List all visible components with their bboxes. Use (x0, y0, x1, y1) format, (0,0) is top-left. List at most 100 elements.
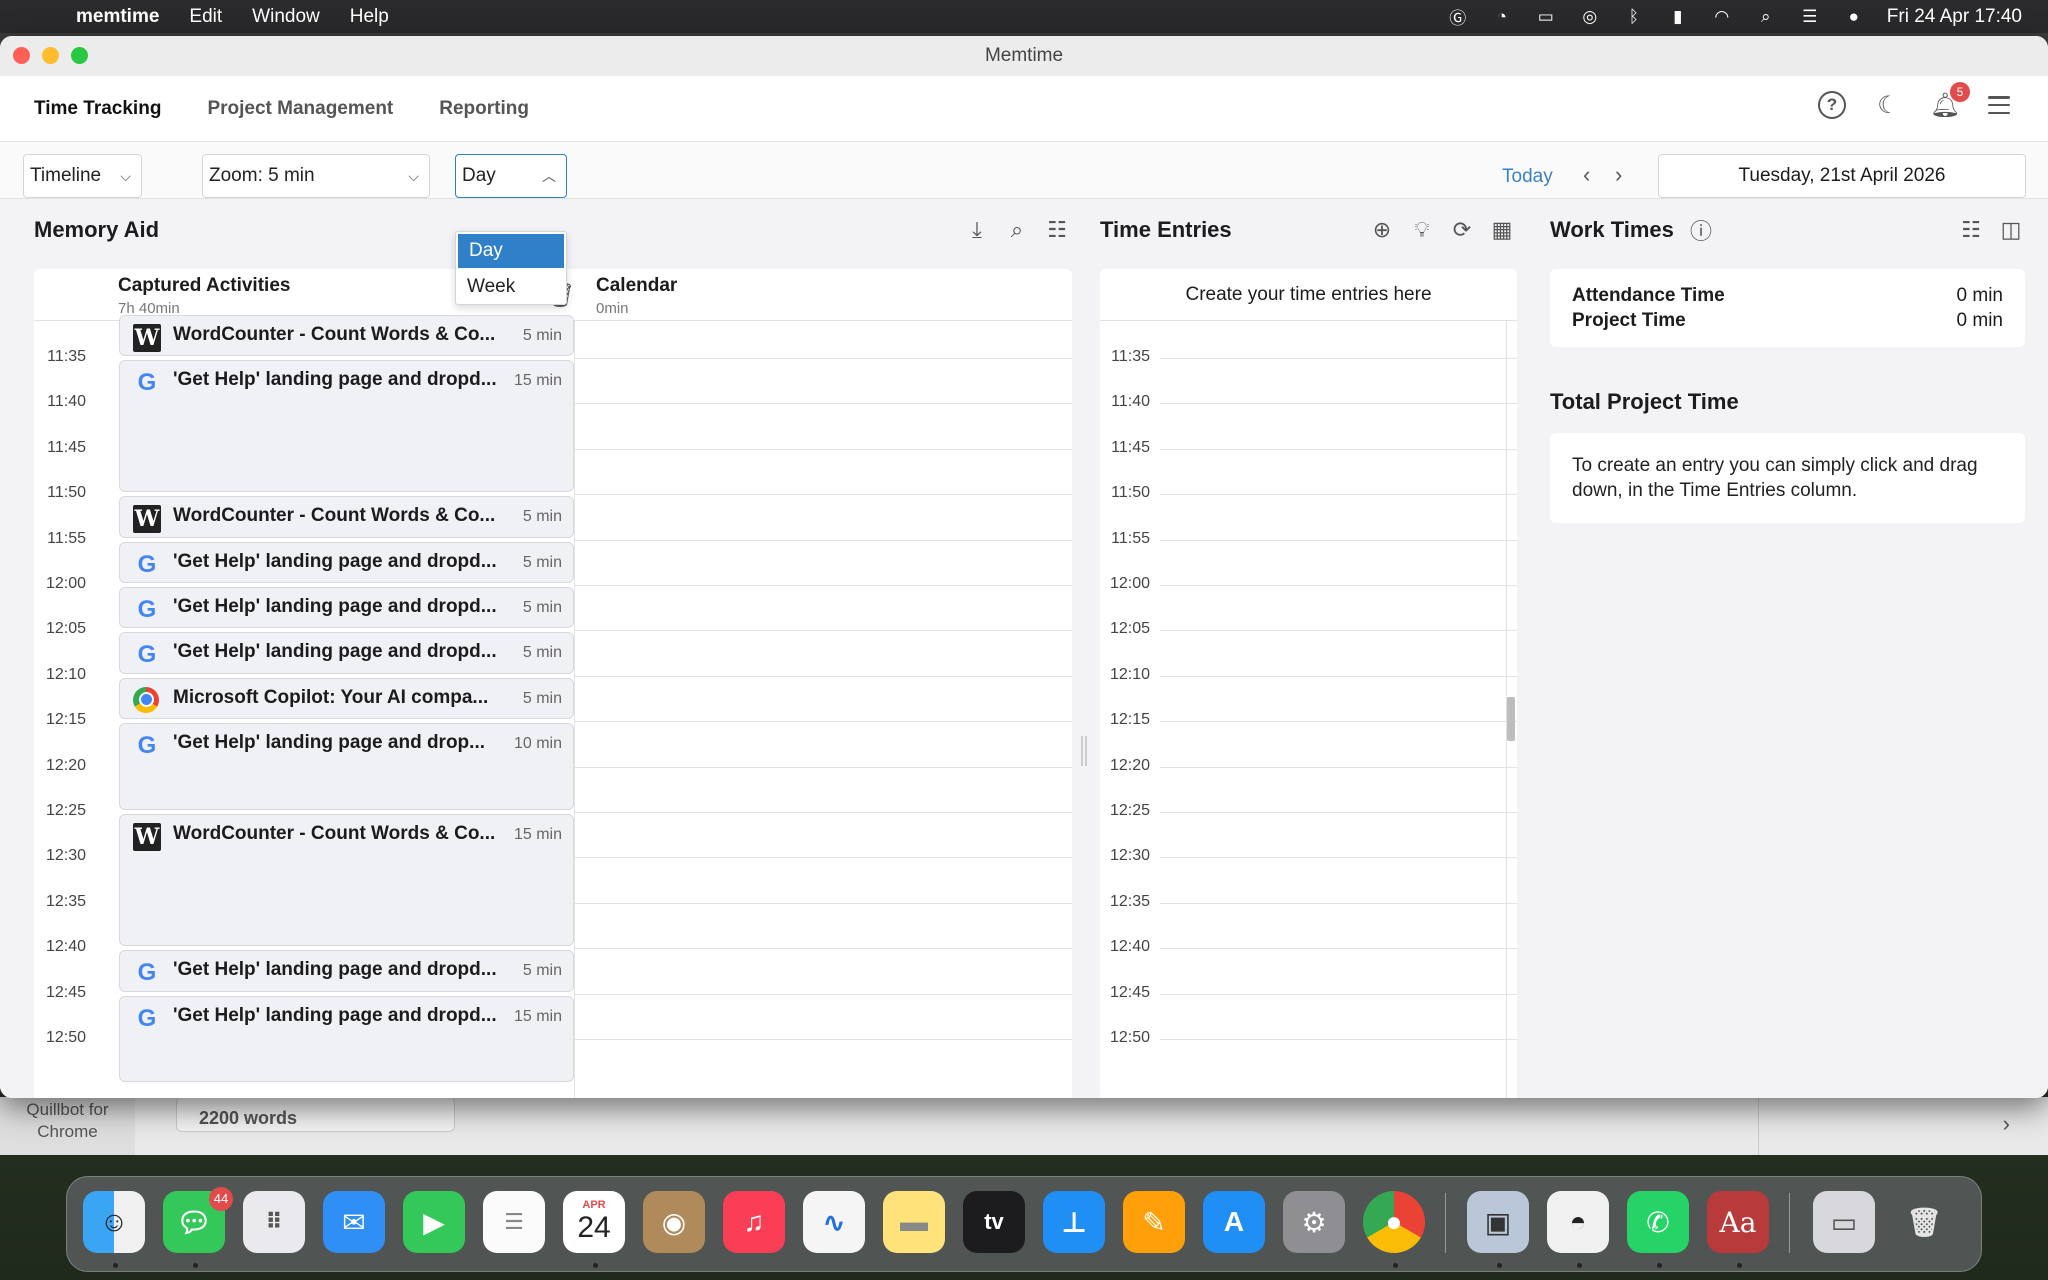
activity-block[interactable]: G 'Get Help' landing page and dropd... 5 m… (119, 632, 574, 674)
calendar-column-total: 0min (596, 300, 629, 317)
downloads-stack-icon[interactable]: ▭ (1813, 1191, 1875, 1253)
bluetooth-icon[interactable]: ᛒ (1623, 7, 1645, 26)
chrome-icon[interactable]: ● (1363, 1191, 1425, 1253)
keynote-icon[interactable]: ⊥ (1043, 1191, 1105, 1253)
menu-app-name[interactable]: memtime (76, 6, 159, 28)
finder-icon[interactable]: ☺ (83, 1191, 145, 1253)
toolbar: Timeline ⌵ Zoom: 5 min ⌵ Day ︿ Today ‹ ›… (0, 142, 2048, 199)
grid-line (574, 630, 1072, 632)
search-icon[interactable]: ⌕ (1003, 216, 1031, 244)
range-select[interactable]: Day ︿ (455, 154, 567, 198)
time-tick-label: 12:05 (1109, 620, 1150, 638)
activity-block[interactable]: G 'Get Help' landing page and drop... 10 m… (119, 723, 574, 810)
zoom-window-button[interactable] (71, 47, 88, 64)
next-day-chevron-icon[interactable]: › (1615, 162, 1622, 188)
app-store-icon[interactable]: A (1203, 1191, 1265, 1253)
dark-mode-moon-icon[interactable]: ☾ (1874, 91, 1902, 119)
time-tick-label: 12:30 (45, 847, 86, 865)
range-option-day[interactable]: Day (458, 234, 564, 268)
activity-block[interactable]: G 'Get Help' landing page and dropd... 5 m… (119, 950, 574, 992)
date-picker[interactable]: Tuesday, 21st April 2026 (1658, 154, 2026, 198)
download-icon[interactable]: ⤓ (963, 216, 991, 244)
memtime-status-icon[interactable]: ◔ (1491, 7, 1513, 26)
menu-clock[interactable]: Fri 24 Apr 17:40 (1887, 6, 2022, 28)
activity-block[interactable]: G 'Get Help' landing page and dropd... 5 m… (119, 541, 574, 583)
activity-block[interactable]: W WordCounter - Count Words & Co... 5 min (119, 314, 574, 356)
view-select[interactable]: Timeline ⌵ (23, 154, 142, 198)
grid-line (1160, 585, 1517, 586)
whatsapp-icon[interactable]: ✆ (1627, 1191, 1689, 1253)
time-tick-label: 12:00 (1109, 575, 1150, 592)
today-button[interactable]: Today (1502, 166, 1553, 188)
zoom-select[interactable]: Zoom: 5 min ⌵ (202, 154, 430, 198)
sync-icon[interactable]: ⟳ (1448, 216, 1476, 244)
minimize-window-button[interactable] (42, 47, 59, 64)
contacts-icon[interactable]: ◉ (643, 1191, 705, 1253)
notes-icon[interactable]: ▬ (883, 1191, 945, 1253)
menu-window[interactable]: Window (252, 6, 320, 28)
activity-block[interactable]: W WordCounter - Count Words & Co... 5 min (119, 496, 574, 538)
music-icon[interactable]: ♫ (723, 1191, 785, 1253)
help-icon[interactable]: ? (1818, 91, 1846, 119)
calendar-icon[interactable]: ▦ (1488, 216, 1516, 244)
memory-aid-timeline[interactable]: 11:35 11:40 11:45 11:50 11:55 12:00 12:05 12:10… (34, 314, 1072, 1098)
background-sidebar-item[interactable]: Quillbot for Chrome (0, 1097, 135, 1155)
control-center-icon[interactable]: ☰ (1799, 7, 1821, 26)
system-settings-icon[interactable]: ⚙ (1283, 1191, 1345, 1253)
menu-edit[interactable]: Edit (189, 6, 222, 28)
activity-block[interactable]: G 'Get Help' landing page and dropd... 5 m… (119, 587, 574, 629)
tab-time-tracking[interactable]: Time Tracking (34, 98, 161, 120)
filter-sliders-icon[interactable]: ☷ (1043, 216, 1071, 244)
menu-help[interactable]: Help (350, 6, 389, 28)
grammarly-icon[interactable]: Ⓖ (1447, 8, 1469, 28)
memtime-dock-icon[interactable]: ◓ (1547, 1191, 1609, 1253)
freeform-icon[interactable]: ∿ (803, 1191, 865, 1253)
tab-project-management[interactable]: Project Management (207, 98, 393, 120)
wordcounter-icon: W (133, 823, 161, 851)
spotlight-search-icon[interactable]: ⌕ (1755, 7, 1777, 26)
preview-icon[interactable]: ▣ (1467, 1191, 1529, 1253)
previous-day-chevron-icon[interactable]: ‹ (1583, 162, 1590, 188)
activity-block[interactable]: W WordCounter - Count Words & Co... 15 min (119, 814, 574, 947)
background-divider (1758, 1097, 1759, 1155)
grid-line (1160, 902, 1517, 904)
notifications-bell-icon[interactable]: 🔔︎ 5 (1930, 82, 1970, 120)
add-entry-plus-icon[interactable]: ⊕ (1368, 216, 1396, 244)
activity-block[interactable]: G 'Get Help' landing page and dropd... 15 … (119, 995, 574, 1083)
activity-block[interactable]: Microsoft Copilot: Your AI compa... 5 min (119, 677, 574, 720)
airdrop-icon[interactable]: ◎ (1579, 7, 1601, 26)
time-entries-scrollbar[interactable] (1506, 321, 1515, 1098)
time-tick-label: 11:35 (1111, 348, 1150, 365)
time-tick-label: 12:45 (1109, 983, 1150, 1001)
hamburger-menu-icon[interactable] (1988, 96, 2010, 114)
info-icon[interactable]: ⓘ (1687, 216, 1715, 244)
dictionary-icon[interactable]: Aa (1707, 1191, 1769, 1253)
chevron-up-icon: ︿ (542, 168, 556, 184)
settings-sliders-icon[interactable]: ☷ (1957, 216, 1985, 244)
facetime-icon[interactable]: ▶ (403, 1191, 465, 1253)
suggestions-lightbulb-icon[interactable]: 💡︎ (1408, 216, 1436, 244)
tab-reporting[interactable]: Reporting (439, 98, 529, 120)
pages-icon[interactable]: ✎ (1123, 1191, 1185, 1253)
siri-icon[interactable]: ● (1843, 7, 1865, 26)
close-window-button[interactable] (13, 47, 30, 64)
panel-resize-handle[interactable] (1081, 736, 1087, 766)
grid-line (574, 993, 1072, 995)
calendar-app-icon[interactable]: APR 24 (563, 1191, 625, 1253)
time-entries-timeline[interactable]: 11:35 11:40 11:45 11:50 11:55 12:00 12:05 12:10… (1100, 321, 1517, 1098)
mail-icon[interactable]: ✉ (323, 1191, 385, 1253)
range-option-week[interactable]: Week (456, 270, 566, 304)
wifi-icon[interactable]: ◠ (1711, 7, 1733, 26)
apple-tv-icon[interactable]: tv (963, 1191, 1025, 1253)
chevron-right-icon[interactable]: › (2003, 1111, 2010, 1137)
activity-block[interactable]: G 'Get Help' landing page and dropd... 15 … (119, 360, 574, 493)
battery-icon[interactable]: ▮ (1667, 7, 1689, 26)
entry-hint-text: To create an entry you can simply click … (1572, 455, 1978, 501)
launchpad-icon[interactable]: ⠿ (243, 1191, 305, 1253)
trash-bin-icon[interactable]: 🗑︎ (1893, 1191, 1955, 1253)
reminders-icon[interactable]: ☰ (483, 1191, 545, 1253)
messages-icon[interactable]: 💬︎ 44 (163, 1187, 233, 1253)
collapse-sidebar-icon[interactable]: ◫ (1997, 216, 2025, 244)
drive-icon[interactable]: ▭ (1535, 7, 1557, 26)
scrollbar-thumb[interactable] (1507, 697, 1515, 741)
